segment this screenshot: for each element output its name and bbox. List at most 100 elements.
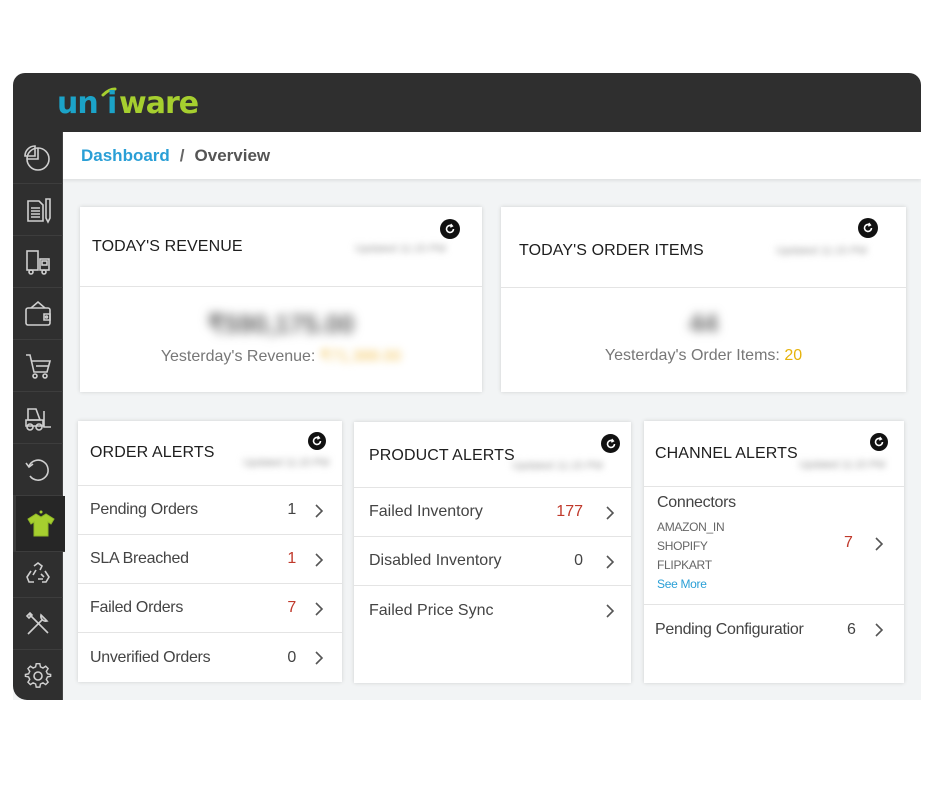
alert-row[interactable]: Disabled Inventory 0: [354, 537, 631, 586]
alert-row[interactable]: Failed Price Sync: [354, 586, 631, 635]
yesterday-order-items: Yesterday's Order Items: 20: [501, 347, 906, 365]
refresh-icon: [312, 435, 322, 446]
order-items-refresh-button[interactable]: [858, 218, 878, 238]
sidebar: [13, 132, 65, 700]
order-items-value: 44: [689, 308, 718, 338]
chevron-right-icon[interactable]: [314, 552, 324, 568]
app-window: un i ware Dashboard / Overview TODAY'S R…: [13, 73, 921, 700]
pending-configuration-row[interactable]: Pending Configuratior 6: [644, 605, 904, 655]
return-arrow-icon: [24, 458, 49, 481]
alert-label: Disabled Inventory: [369, 552, 502, 569]
chevron-right-icon[interactable]: [314, 503, 324, 519]
order-items-card: TODAY'S ORDER ITEMS Updated 11:15 PM 44 …: [501, 207, 906, 392]
connectors-row[interactable]: Connectors AMAZON_IN SHOPIFY FLIPKART Se…: [644, 487, 904, 605]
connector-channel: FLIPKART: [657, 558, 712, 572]
alert-count: 0: [574, 552, 583, 569]
chevron-right-icon[interactable]: [314, 650, 324, 666]
pending-configuration-count: 6: [847, 621, 856, 638]
tools-icon: [25, 611, 49, 635]
channel-alerts-updated-time: Updated 11:15 PM: [799, 459, 886, 471]
alert-count: 177: [556, 503, 583, 520]
chevron-right-icon[interactable]: [874, 536, 884, 552]
connector-channel: SHOPIFY: [657, 539, 708, 553]
order-items-card-body: 44 Yesterday's Order Items: 20: [501, 288, 906, 365]
alert-row[interactable]: Unverified Orders 0: [78, 633, 342, 682]
alert-label: Failed Inventory: [369, 503, 483, 520]
breadcrumb-dashboard-link[interactable]: Dashboard: [81, 146, 170, 166]
alert-label: Failed Price Sync: [369, 601, 494, 619]
svg-text:ware: ware: [119, 86, 198, 119]
alert-count: 1: [287, 501, 296, 518]
pending-configuration-label: Pending Configuratior: [655, 621, 804, 638]
document-edit-icon: [26, 197, 51, 224]
yesterday-order-items-label: Yesterday's Order Items:: [604, 347, 780, 364]
alert-count: 0: [287, 648, 296, 666]
chevron-right-icon[interactable]: [605, 505, 615, 521]
order-alerts-updated-time: Updated 11:15 PM: [243, 457, 330, 469]
chevron-right-icon[interactable]: [605, 554, 615, 570]
alert-count: 7: [287, 599, 296, 616]
revenue-updated-time: Updated 11:15 PM: [355, 243, 446, 255]
alert-label: SLA Breached: [90, 550, 189, 567]
svg-text:i: i: [107, 86, 117, 119]
sidebar-item-payments[interactable]: [13, 288, 63, 340]
order-items-card-header: TODAY'S ORDER ITEMS Updated 11:15 PM: [501, 207, 906, 288]
sidebar-item-warehouse[interactable]: [13, 392, 63, 444]
channel-alerts-card: CHANNEL ALERTS Updated 11:15 PM Connecto…: [644, 421, 904, 683]
uniware-logo[interactable]: un i ware: [57, 85, 217, 119]
sidebar-item-returns[interactable]: [13, 444, 63, 496]
gear-icon: [24, 662, 51, 688]
yesterday-order-items-value: 20: [784, 347, 803, 364]
order-alerts-title: ORDER ALERTS: [90, 444, 215, 461]
refresh-icon: [445, 223, 455, 234]
sidebar-item-dashboard[interactable]: [13, 132, 63, 184]
chevron-right-icon[interactable]: [874, 622, 884, 638]
revenue-value: ₹590,175.00: [207, 309, 355, 339]
sidebar-item-shipping[interactable]: [13, 236, 63, 288]
order-alerts-refresh-button[interactable]: [308, 432, 326, 450]
channel-alerts-refresh-button[interactable]: [870, 433, 888, 451]
refresh-icon: [863, 222, 873, 233]
connectors-count: 7: [844, 534, 853, 551]
refresh-icon: [606, 438, 615, 448]
forklift-icon: [24, 407, 51, 431]
revenue-refresh-button[interactable]: [440, 219, 460, 239]
breadcrumb-separator: /: [179, 145, 185, 165]
channel-alerts-header: CHANNEL ALERTS Updated 11:15 PM: [644, 421, 904, 487]
alert-row[interactable]: Failed Inventory 177: [354, 488, 631, 537]
sidebar-item-settings[interactable]: [13, 650, 63, 700]
sidebar-item-orders[interactable]: [13, 184, 63, 236]
tshirt-icon: [26, 510, 55, 536]
revenue-card-body: ₹590,175.00 Yesterday's Revenue: ₹71,388…: [80, 287, 482, 366]
chevron-right-icon[interactable]: [314, 601, 324, 617]
sidebar-item-products[interactable]: [13, 496, 65, 552]
alert-label: Failed Orders: [90, 599, 184, 616]
alert-row[interactable]: Pending Orders 1: [78, 486, 342, 535]
order-alerts-list: Pending Orders 1 SLA Breached 1 Failed Order…: [78, 486, 342, 682]
yesterday-revenue-value: ₹71,388.00: [319, 348, 402, 365]
sidebar-item-procurement[interactable]: [13, 340, 63, 392]
product-alerts-updated-time: Updated 11:15 PM: [512, 460, 603, 472]
recycle-icon: [25, 561, 50, 583]
order-alerts-header: ORDER ALERTS Updated 11:15 PM: [78, 421, 342, 486]
product-alerts-card: PRODUCT ALERTS Updated 11:15 PM Failed I…: [354, 422, 631, 683]
alert-row[interactable]: Failed Orders 7: [78, 584, 342, 633]
product-alerts-refresh-button[interactable]: [601, 434, 620, 453]
channel-alerts-title: CHANNEL ALERTS: [655, 445, 798, 462]
breadcrumb: Dashboard / Overview: [63, 132, 921, 179]
alert-label: Pending Orders: [90, 501, 198, 518]
pie-chart-icon: [23, 144, 50, 171]
svg-text:un: un: [57, 86, 98, 119]
alert-label: Unverified Orders: [90, 648, 211, 666]
product-alerts-header: PRODUCT ALERTS Updated 11:15 PM: [354, 422, 631, 488]
truck-icon: [25, 249, 50, 275]
sidebar-item-tools[interactable]: [13, 598, 63, 650]
sidebar-item-reconciliation[interactable]: [13, 552, 63, 598]
refresh-icon: [874, 436, 884, 447]
chevron-right-icon[interactable]: [605, 603, 615, 619]
top-bar: un i ware: [13, 73, 921, 132]
alert-row[interactable]: SLA Breached 1: [78, 535, 342, 584]
revenue-card: TODAY'S REVENUE Updated 11:15 PM ₹590,17…: [80, 207, 482, 392]
see-more-link[interactable]: See More: [657, 575, 724, 594]
connector-channel: AMAZON_IN: [657, 520, 725, 534]
